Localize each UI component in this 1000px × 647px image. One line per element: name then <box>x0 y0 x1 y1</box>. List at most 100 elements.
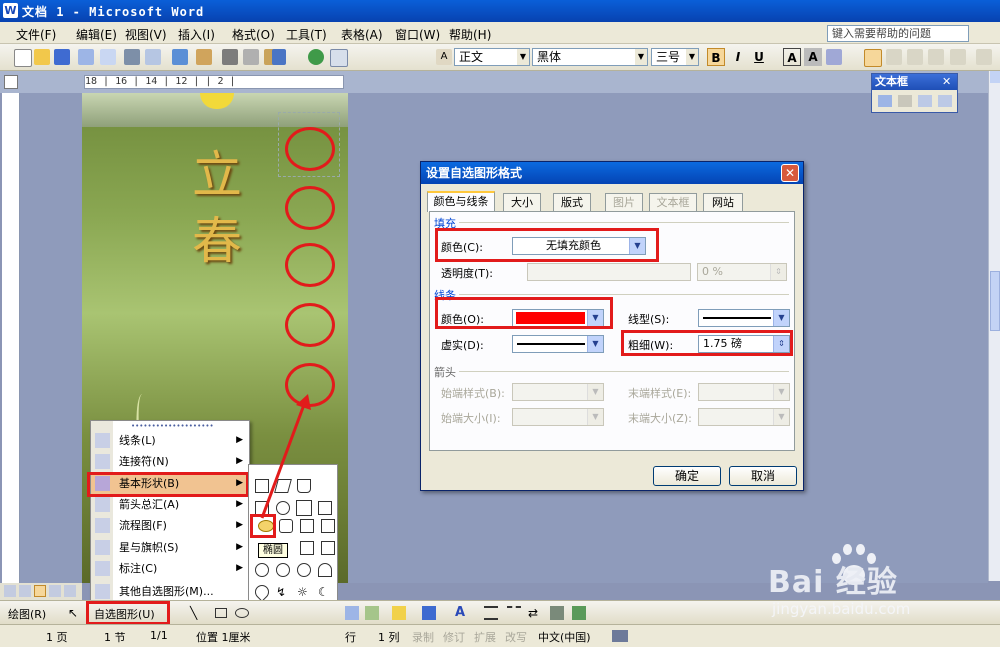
print-preview-icon[interactable] <box>145 49 161 65</box>
shadow-style-icon[interactable] <box>550 606 564 620</box>
lightning-shape-icon[interactable]: ↯ <box>276 585 290 599</box>
no-symbol-shape-icon[interactable] <box>297 563 311 577</box>
3d-style-icon[interactable] <box>572 606 586 620</box>
close-icon[interactable]: ✕ <box>942 75 951 88</box>
numbering-icon[interactable] <box>976 49 992 65</box>
tab-textbox[interactable]: 文本框 <box>649 193 697 211</box>
rounded-rectangle-shape-icon[interactable] <box>255 501 269 515</box>
char-shading-button[interactable]: A <box>804 48 822 66</box>
transparency-slider[interactable] <box>527 263 691 281</box>
oval-tool-icon[interactable] <box>235 608 249 618</box>
heart-shape-icon[interactable] <box>252 582 272 602</box>
red-circle-5[interactable] <box>285 363 335 407</box>
research-icon[interactable] <box>196 49 212 65</box>
close-icon[interactable]: ✕ <box>781 164 799 182</box>
cancel-button[interactable]: 取消 <box>729 466 797 486</box>
menu-view[interactable]: 视图(V) <box>125 26 167 43</box>
status-track[interactable]: 修订 <box>443 629 465 645</box>
dialog-title[interactable]: 设置自选图形格式 <box>421 162 803 184</box>
folded-corner-shape-icon[interactable] <box>321 541 335 555</box>
menu-item-connectors[interactable]: 连接符(N) ▶ <box>91 451 249 472</box>
new-document-icon[interactable] <box>14 49 32 67</box>
menu-insert[interactable]: 插入(I) <box>178 26 215 43</box>
select-objects-icon[interactable]: ↖ <box>68 606 80 620</box>
end-size-select[interactable]: ▼ <box>698 408 790 426</box>
insert-picture-icon[interactable] <box>365 606 379 620</box>
ruler-scale[interactable]: 18 | 16 | 14 | 12 | | 2 | <box>84 75 344 89</box>
scroll-up-icon[interactable] <box>990 71 1000 83</box>
line-tool-icon[interactable]: ╲ <box>190 606 197 620</box>
link-textbox-icon[interactable] <box>878 95 892 107</box>
line-spacing-icon[interactable] <box>950 49 966 65</box>
octagon-shape-icon[interactable] <box>276 501 290 515</box>
align-center-icon[interactable] <box>886 49 902 65</box>
dash-select[interactable]: ▼ <box>512 335 604 353</box>
text-direction-icon[interactable] <box>918 95 932 107</box>
status-extend[interactable]: 扩展 <box>474 629 496 645</box>
italic-button[interactable]: I <box>729 48 747 66</box>
print-layout-icon[interactable] <box>34 585 46 597</box>
tab-layout[interactable]: 版式 <box>553 193 591 211</box>
status-overtype[interactable]: 改写 <box>505 629 527 645</box>
menu-tools[interactable]: 工具(T) <box>286 26 327 43</box>
menu-edit[interactable]: 编辑(E) <box>76 26 117 43</box>
tab-size[interactable]: 大小 <box>503 193 541 211</box>
end-style-select[interactable]: ▼ <box>698 383 790 401</box>
next-textbox-icon[interactable] <box>938 95 952 107</box>
line-style-icon[interactable] <box>484 606 498 620</box>
transparency-input[interactable]: 0 % ⇕ <box>697 263 787 281</box>
font-color-icon[interactable]: A <box>455 605 465 620</box>
tab-picture[interactable]: 图片 <box>605 193 643 211</box>
vertical-scrollbar[interactable] <box>988 71 1000 581</box>
font-select[interactable]: 黑体 ▼ <box>532 48 648 66</box>
menu-window[interactable]: 窗口(W) <box>395 26 440 43</box>
insert-clipart-icon[interactable] <box>345 606 359 620</box>
justify-icon[interactable] <box>928 49 944 65</box>
menu-item-flowchart[interactable]: 流程图(F) ▶ <box>91 515 249 536</box>
normal-view-icon[interactable] <box>4 585 16 597</box>
arrow-style-icon[interactable]: ⇄ <box>528 606 538 620</box>
menu-item-lines[interactable]: 线条(L) ▶ <box>91 430 249 451</box>
rectangle-tool-icon[interactable] <box>215 608 227 618</box>
ok-button[interactable]: 确定 <box>653 466 721 486</box>
hexagon-shape-icon[interactable] <box>279 519 293 533</box>
email-icon[interactable] <box>100 49 116 65</box>
donut-shape-icon[interactable] <box>276 563 290 577</box>
line-style-select[interactable]: ▼ <box>698 309 790 327</box>
undo-icon[interactable] <box>272 49 286 65</box>
red-circle-3[interactable] <box>285 243 335 287</box>
begin-style-select[interactable]: ▼ <box>512 383 604 401</box>
char-scale-icon[interactable] <box>826 49 842 65</box>
begin-size-select[interactable]: ▼ <box>512 408 604 426</box>
moon-shape-icon[interactable]: ☾ <box>318 585 332 599</box>
menu-format[interactable]: 格式(O) <box>232 26 275 43</box>
web-view-icon[interactable] <box>19 585 31 597</box>
parallelogram-shape-icon[interactable] <box>274 479 292 493</box>
smiley-shape-icon[interactable] <box>255 563 269 577</box>
poem-char-1[interactable]: 立 <box>192 135 242 207</box>
red-circle-4[interactable] <box>285 303 335 347</box>
menu-file[interactable]: 文件(F) <box>16 26 56 43</box>
red-circle-2[interactable] <box>285 186 335 230</box>
spelling-status-icon[interactable] <box>612 630 628 642</box>
arc-shape-icon[interactable] <box>318 563 332 577</box>
trapezoid-shape-icon[interactable] <box>297 479 311 493</box>
copy-icon[interactable] <box>243 49 259 65</box>
style-select[interactable]: 正文 ▼ <box>454 48 530 66</box>
menu-drag-handle[interactable]: •••••••••••••••••••• <box>131 422 214 430</box>
octagon-alt-shape-icon[interactable] <box>300 519 314 533</box>
triangle-shape-icon[interactable] <box>296 500 312 516</box>
line-color-icon[interactable] <box>422 606 436 620</box>
draw-menu-button[interactable]: 绘图(R) <box>8 606 46 622</box>
red-circle-1[interactable] <box>285 127 335 171</box>
dash-style-icon[interactable] <box>507 606 521 620</box>
reading-view-icon[interactable] <box>64 585 76 597</box>
rectangle-shape-icon[interactable] <box>255 479 269 493</box>
styles-icon[interactable]: A <box>436 49 452 65</box>
menu-item-more-shapes[interactable]: 其他自选图形(M)... <box>91 581 249 602</box>
word-app-icon[interactable]: W <box>3 3 18 18</box>
permission-icon[interactable] <box>78 49 94 65</box>
font-size-select[interactable]: 三号 ▼ <box>651 48 699 66</box>
help-search-input[interactable]: 键入需要帮助的问题 <box>827 25 969 42</box>
print-icon[interactable] <box>124 49 140 65</box>
